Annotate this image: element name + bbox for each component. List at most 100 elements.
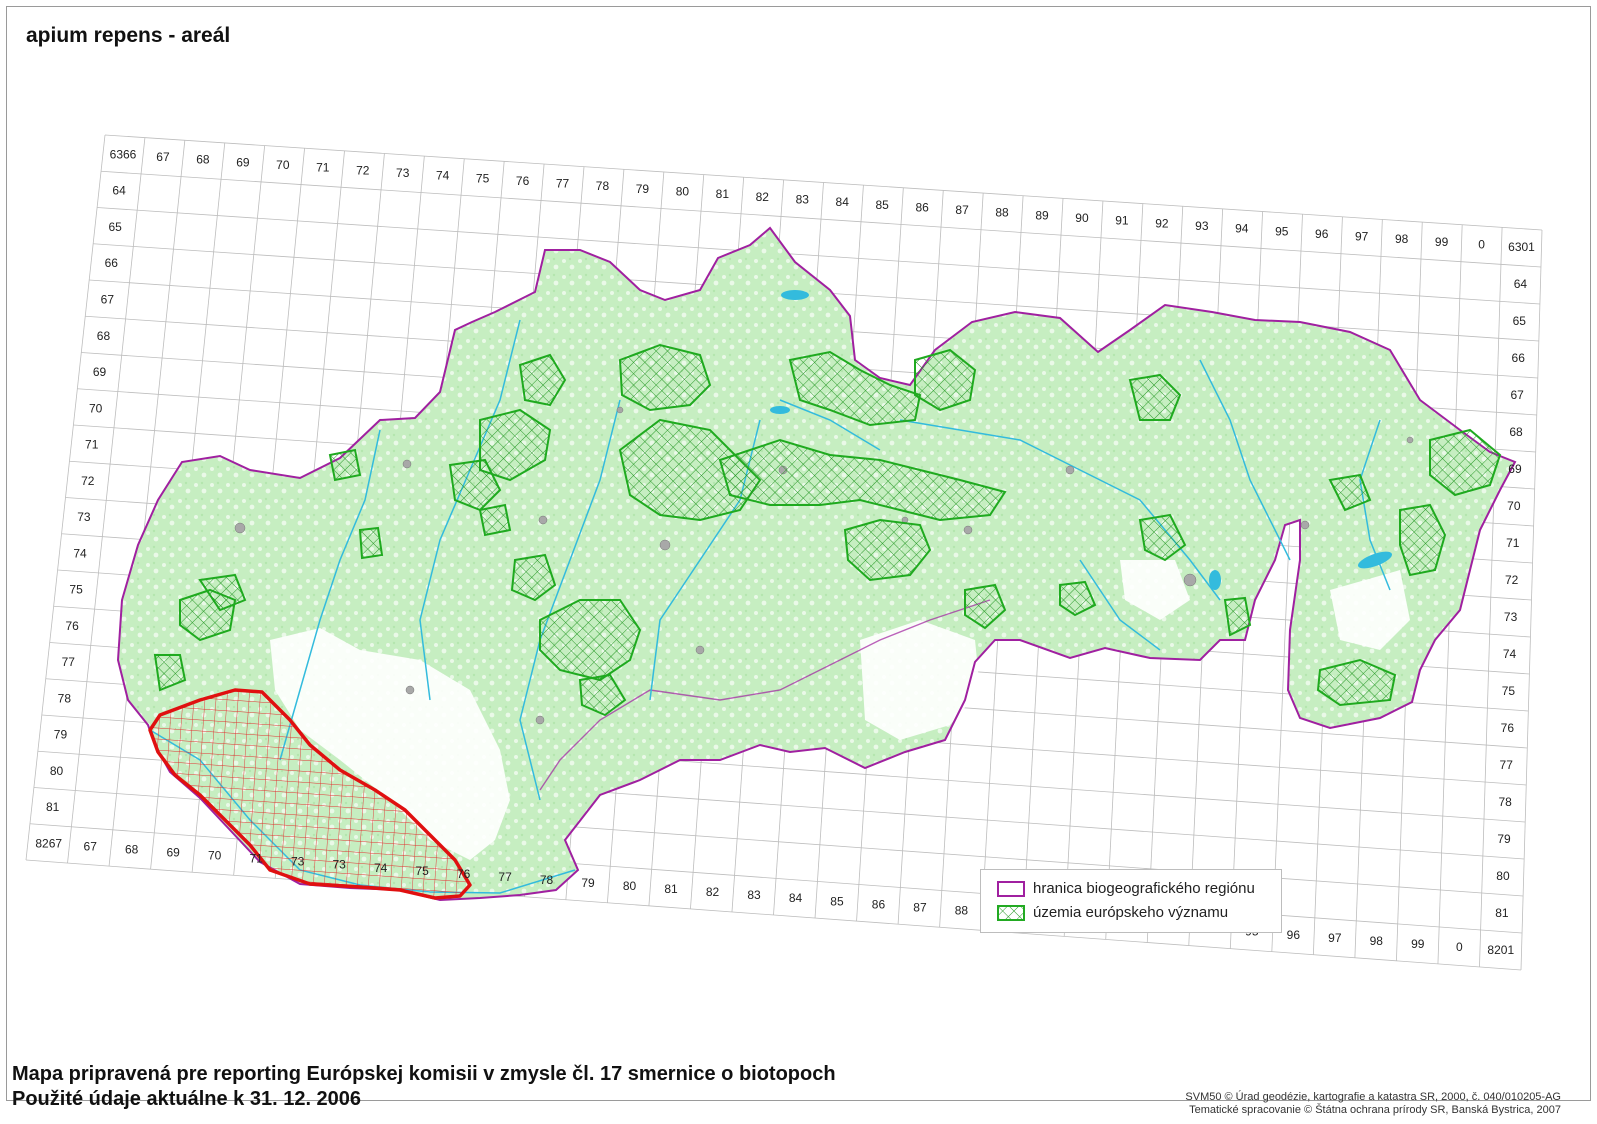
grid-label-top: 70 — [276, 158, 290, 172]
legend-label: územia európskeho významu — [1033, 904, 1229, 921]
grid-label-bottom: 0 — [1456, 940, 1463, 954]
grid-label-top: 87 — [955, 203, 969, 217]
grid-label-right: 67 — [1510, 388, 1524, 402]
grid-label-top: 72 — [356, 163, 370, 177]
grid-label-bottom: 77 — [498, 870, 512, 884]
grid-label-right: 77 — [1500, 758, 1514, 772]
grid-label-top: 85 — [876, 198, 890, 212]
grid-label-right: 79 — [1497, 832, 1511, 846]
grid-label-left: 70 — [89, 401, 103, 415]
grid-label-bottom: 67 — [84, 839, 98, 853]
grid-label-bottom: 82 — [706, 885, 720, 899]
legend-label: hranica biogeografického regiónu — [1033, 880, 1255, 897]
grid-label-top: 99 — [1435, 235, 1449, 249]
grid-label-bottom: 8267 — [35, 836, 62, 850]
grid-label-top: 86 — [915, 200, 929, 214]
grid-label-top: 81 — [716, 187, 730, 201]
grid-line-horizontal — [25, 859, 1522, 971]
credits-line-1: SVM50 © Úrad geodézie, kartografie a kat… — [1185, 1091, 1561, 1103]
grid-label-left: 72 — [81, 474, 95, 488]
grid-label-left: 73 — [77, 510, 91, 524]
grid-label-top: 94 — [1235, 222, 1249, 236]
grid-label-left: 76 — [65, 619, 79, 633]
grid-label-bottom: 86 — [872, 897, 886, 911]
grid-label-bottom: 73 — [332, 858, 346, 872]
grid-label-left: 65 — [109, 220, 123, 234]
grid-label-top: 75 — [476, 171, 490, 185]
grid-label-left: 74 — [73, 546, 87, 560]
map-credits: SVM50 © Úrad geodézie, kartografie a kat… — [1185, 1091, 1561, 1117]
grid-label-bottom: 88 — [955, 903, 969, 917]
grid-label-right: 81 — [1495, 906, 1509, 920]
grid-label-top: 77 — [556, 177, 570, 191]
grid-label-bottom: 8201 — [1487, 943, 1514, 957]
grid-label-bottom: 99 — [1411, 937, 1425, 951]
grid-label-bottom: 80 — [623, 879, 637, 893]
grid-line-horizontal — [101, 170, 1541, 268]
grid-label-top: 73 — [396, 166, 410, 180]
grid-label-bottom: 81 — [664, 882, 678, 896]
grid-label-right: 64 — [1514, 277, 1528, 291]
grid-label-left: 67 — [101, 292, 115, 306]
distribution-map[interactable]: 6366 67 68 69 70 71 72 73 74 75 76 77 78 79 80 81 82 83 84… — [0, 0, 1597, 1124]
grid-label-left: 69 — [93, 365, 107, 379]
grid-label-left: 68 — [97, 329, 111, 343]
grid-label-bottom: 79 — [581, 876, 595, 890]
grid-label-bottom: 68 — [125, 842, 139, 856]
footer-line-2: Použité údaje aktuálne k 31. 12. 2006 — [12, 1088, 362, 1110]
grid-label-right: 71 — [1506, 536, 1520, 550]
grid-label-top: 84 — [836, 195, 850, 209]
grid-label-top: 89 — [1035, 208, 1049, 222]
grid-label-right: 73 — [1504, 610, 1518, 624]
grid-label-left: 79 — [54, 728, 68, 742]
grid-label-top: 97 — [1355, 230, 1369, 244]
grid-label-top: 95 — [1275, 224, 1289, 238]
grid-label-left: 80 — [50, 764, 64, 778]
grid-label-right: 68 — [1509, 425, 1523, 439]
grid-label-right: 66 — [1512, 351, 1526, 365]
grid-label-bottom: 70 — [208, 849, 222, 863]
green-hatch-icon — [997, 904, 1025, 921]
grid-label-top: 82 — [756, 190, 770, 204]
footer-line-1: Mapa pripravená pre reporting Európskej … — [12, 1063, 836, 1085]
grid-label-right: 74 — [1503, 647, 1517, 661]
grid-label-bottom: 69 — [167, 846, 181, 860]
grid-label-left: 71 — [85, 438, 99, 452]
grid-label-top: 68 — [196, 153, 210, 167]
grid-label-bottom: 73 — [291, 855, 305, 869]
grid-label-bottom: 74 — [374, 861, 388, 875]
grid-label-top: 6366 — [110, 147, 137, 161]
grid-label-top: 93 — [1195, 219, 1209, 233]
map-footer: Mapa pripravená pre reporting Európskej … — [12, 1062, 836, 1112]
legend-item-natura-sites: územia európskeho významu — [997, 904, 1228, 921]
grid-label-top: 67 — [156, 150, 170, 164]
grid-label-bottom: 71 — [249, 852, 263, 866]
grid-label-left: 77 — [62, 655, 76, 669]
grid-label-bottom: 85 — [830, 894, 844, 908]
grid-label-top: 80 — [676, 185, 690, 199]
grid-label-top: 92 — [1155, 216, 1169, 230]
grid-label-bottom: 84 — [789, 891, 803, 905]
grid-label-top: 71 — [316, 161, 330, 175]
grid-label-right: 78 — [1498, 795, 1512, 809]
grid-label-top: 90 — [1075, 211, 1089, 225]
grid-label-bottom: 98 — [1370, 934, 1384, 948]
grid-label-left: 75 — [69, 583, 83, 597]
grid-label-right: 65 — [1513, 314, 1527, 328]
grid-label-right: 80 — [1496, 869, 1510, 883]
grid-label-top: 74 — [436, 169, 450, 183]
grid-label-top: 91 — [1115, 214, 1129, 228]
grid-label-top: 78 — [596, 179, 610, 193]
grid-label-bottom: 97 — [1328, 931, 1342, 945]
grid-label-bottom: 78 — [540, 873, 554, 887]
grid-label-bottom: 96 — [1287, 928, 1301, 942]
grid-label-top: 76 — [516, 174, 530, 188]
grid-label-top: 88 — [995, 206, 1009, 220]
grid-label-bottom: 76 — [457, 867, 471, 881]
grid-label-top: 0 — [1478, 238, 1485, 252]
grid-label-right: 72 — [1505, 573, 1519, 587]
grid-line-horizontal — [104, 134, 1543, 231]
grid-label-right: 70 — [1507, 499, 1521, 513]
legend-item-region-border: hranica biogeografického regiónu — [997, 880, 1255, 897]
grid-label-right: 69 — [1508, 462, 1522, 476]
